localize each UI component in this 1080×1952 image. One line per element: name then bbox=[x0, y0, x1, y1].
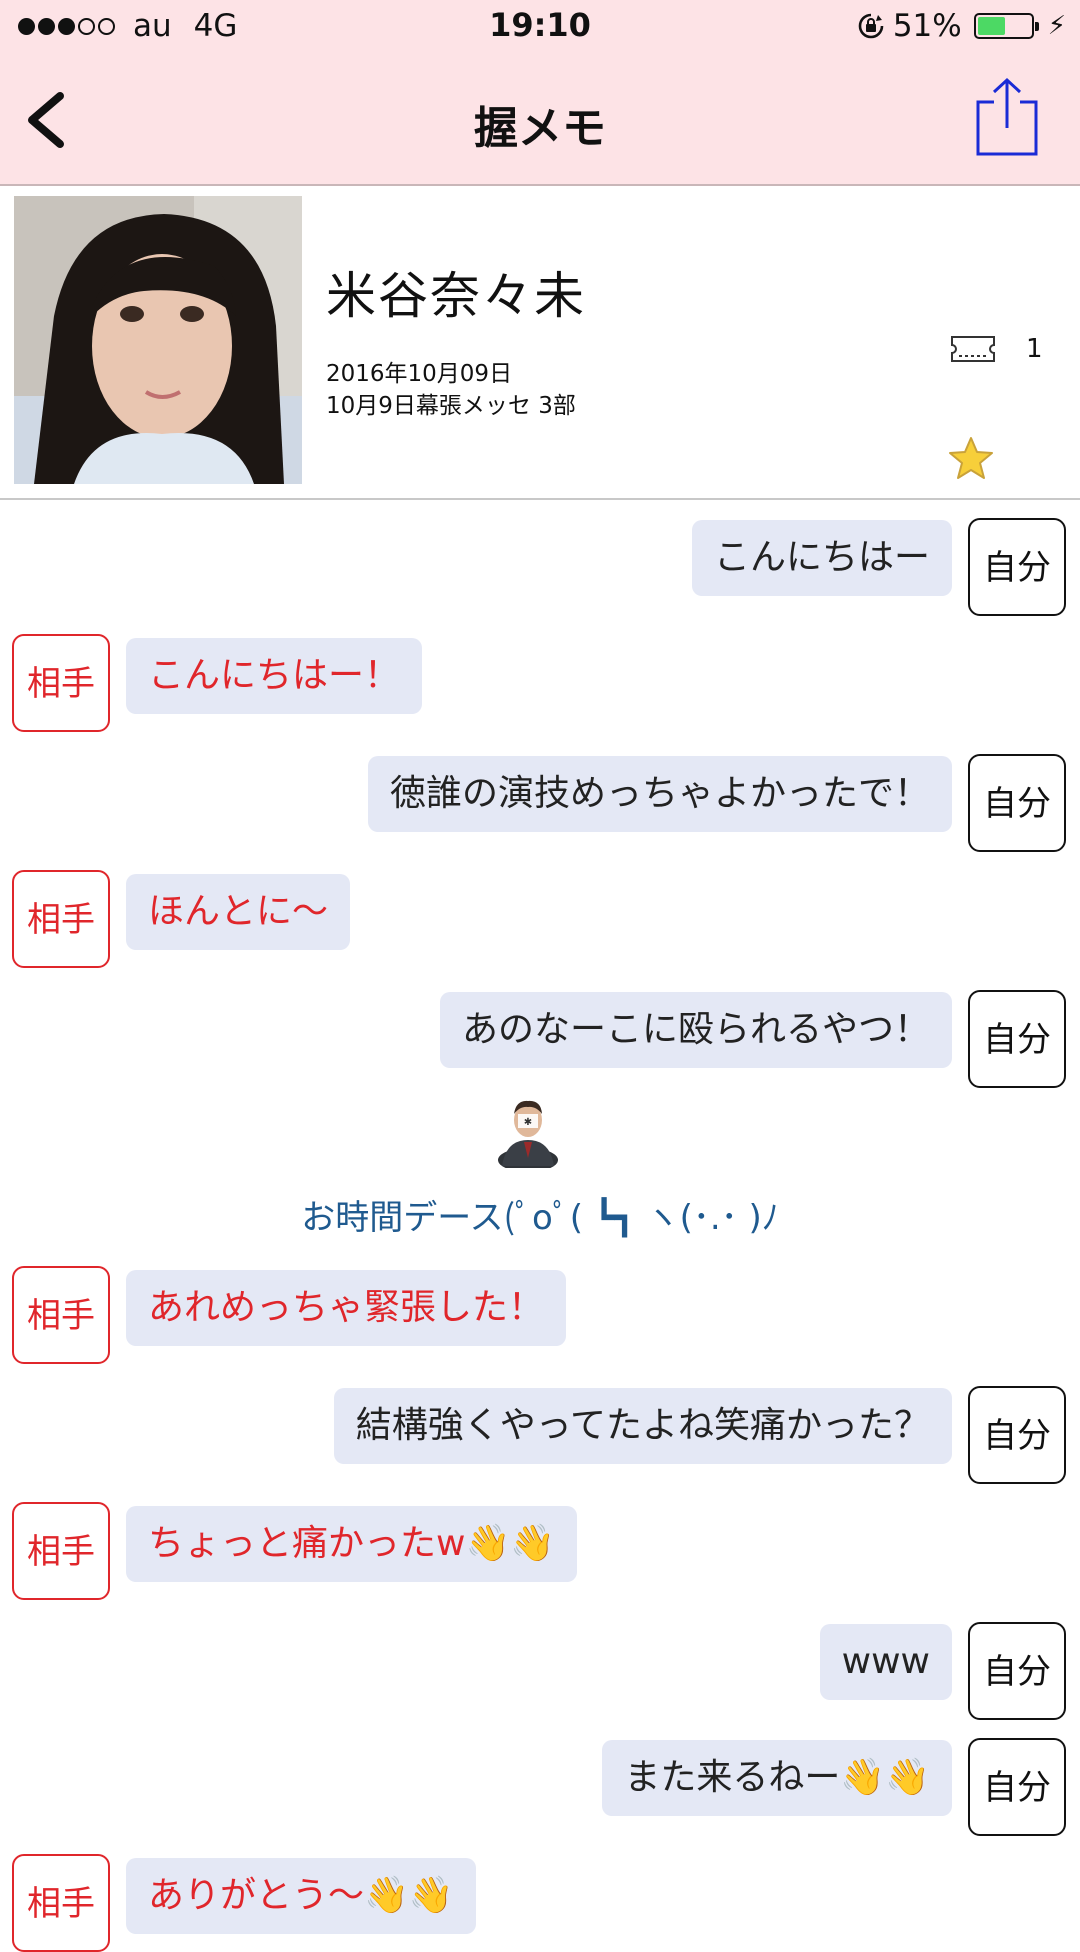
speaker-tag-other: 相手 bbox=[12, 870, 110, 968]
speaker-tag-other: 相手 bbox=[12, 1266, 110, 1364]
staff-avatar-icon: ✱ bbox=[498, 1100, 558, 1168]
speaker-tag-other: 相手 bbox=[12, 634, 110, 732]
message-bubble-self: こんにちはー bbox=[691, 520, 952, 596]
speaker-tag-other: 相手 bbox=[12, 1502, 110, 1600]
battery-fill bbox=[977, 17, 1005, 35]
member-name: 米谷奈々未 bbox=[326, 267, 586, 325]
charging-bolt-icon: ⚡ bbox=[1047, 11, 1066, 41]
speaker-tag-self: 自分 bbox=[968, 1622, 1066, 1720]
rotation-lock-icon bbox=[858, 13, 884, 39]
event-info: 10月9日幕張メッセ 3部 bbox=[326, 393, 576, 419]
message-bubble-other: ちょっと痛かったw👋👋 bbox=[126, 1506, 578, 1582]
battery-icon bbox=[973, 13, 1039, 39]
member-photo bbox=[14, 196, 302, 484]
speaker-tag-self: 自分 bbox=[968, 1386, 1066, 1484]
speaker-tag-self: 自分 bbox=[968, 754, 1066, 852]
profile-header: 米谷奈々未 2016年10月09日 10月9日幕張メッセ 3部 1 bbox=[0, 186, 1080, 500]
message-bubble-self: また来るねー👋👋 bbox=[602, 1740, 952, 1816]
staff-message: お時間デース(ﾟoﾟ( ┗┓ ヽ(･.･ )ﾉ bbox=[301, 1198, 779, 1238]
message-bubble-self: あのなーこに殴られるやつ！ bbox=[439, 992, 952, 1068]
status-right: 51% ⚡ bbox=[857, 8, 1066, 44]
speaker-tag-self: 自分 bbox=[968, 1738, 1066, 1836]
message-bubble-other: あれめっちゃ緊張した！ bbox=[126, 1270, 567, 1346]
message-bubble-other: ありがとう〜👋👋 bbox=[126, 1858, 476, 1934]
navigation-bar: 握メモ bbox=[0, 58, 1080, 186]
speaker-tag-other: 相手 bbox=[12, 1854, 110, 1952]
battery-percent: 51% bbox=[892, 8, 962, 44]
ticket-count: 1 bbox=[1026, 334, 1043, 364]
favorite-star-icon[interactable] bbox=[948, 436, 994, 480]
svg-text:✱: ✱ bbox=[524, 1117, 532, 1128]
share-icon[interactable] bbox=[974, 76, 1040, 158]
message-bubble-self: 結構強くやってたよね笑痛かった？ bbox=[333, 1388, 952, 1464]
event-date: 2016年10月09日 bbox=[326, 361, 513, 387]
status-bar: au 4G 19:10 51% ⚡ bbox=[0, 0, 1080, 58]
message-bubble-other: ほんとに〜 bbox=[126, 874, 351, 950]
page-title: 握メモ bbox=[474, 103, 606, 154]
ticket-icon bbox=[951, 336, 995, 362]
speaker-tag-self: 自分 bbox=[968, 518, 1066, 616]
message-bubble-self: 徳誰の演技めっちゃよかったで！ bbox=[367, 756, 952, 832]
memo-chat: こんにちはー 自分 相手 こんにちはー！ 徳誰の演技めっちゃよかったで！ 自分 … bbox=[0, 500, 1080, 1952]
speaker-tag-self: 自分 bbox=[968, 990, 1066, 1088]
message-bubble-self: www bbox=[819, 1624, 952, 1700]
message-bubble-other: こんにちはー！ bbox=[126, 638, 423, 714]
